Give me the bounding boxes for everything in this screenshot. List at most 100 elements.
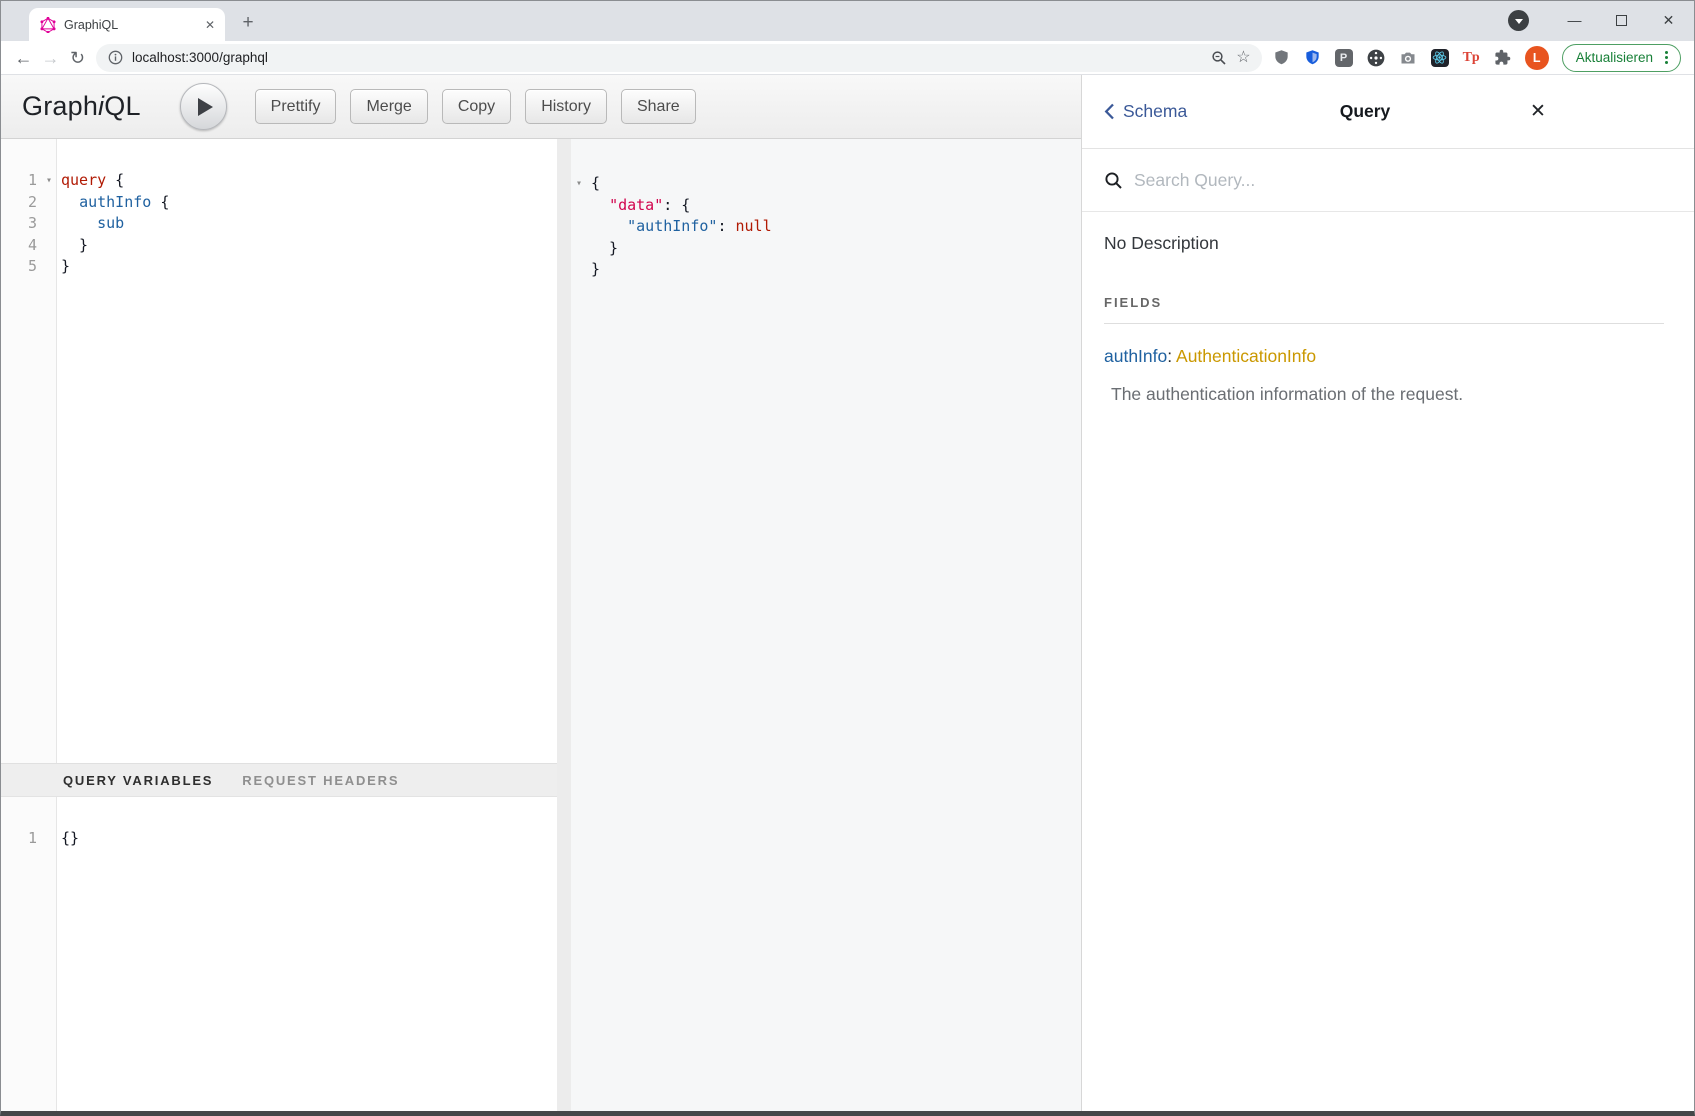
- merge-button[interactable]: Merge: [350, 89, 427, 124]
- docs-header: Schema Query ✕: [1082, 75, 1694, 149]
- docs-title: Query: [1340, 101, 1391, 122]
- play-icon: [198, 98, 213, 116]
- fold-toggle-icon[interactable]: ▾: [41, 170, 57, 192]
- docs-close-button[interactable]: ✕: [1523, 100, 1553, 123]
- variables-editor[interactable]: 1{}: [1, 797, 557, 1111]
- code-line: 4 }: [1, 235, 557, 257]
- line-number: 1: [1, 828, 41, 850]
- chevron-left-icon: [1104, 103, 1115, 120]
- fold-gutter: [41, 235, 57, 257]
- bitwarden-shield-icon[interactable]: [1304, 49, 1321, 66]
- code-line: 1▾query {: [1, 170, 557, 192]
- address-bar[interactable]: localhost:3000/graphql ☆: [96, 44, 1262, 72]
- code-line: 1{}: [1, 828, 557, 850]
- graphiql-logo: GraphiQL: [22, 91, 141, 122]
- back-button[interactable]: ←: [10, 45, 37, 71]
- line-number: 3: [1, 213, 41, 235]
- fold-toggle-icon[interactable]: ▾: [571, 173, 587, 195]
- graphiql-workspace: GraphiQL Prettify Merge Copy History Share 1…: [1, 75, 1081, 1111]
- maximize-icon: [1616, 15, 1627, 26]
- fold-gutter: [41, 828, 57, 850]
- fold-gutter: [571, 238, 587, 260]
- browser-toolbar: ← → ↻ localhost:3000/graphql ☆: [1, 41, 1694, 75]
- tab-request-headers[interactable]: REQUEST HEADERS: [242, 773, 399, 788]
- browser-window: GraphiQL ✕ + — ✕ ← → ↻ localhost:3: [0, 0, 1695, 1116]
- tab-close-icon[interactable]: ✕: [205, 18, 215, 32]
- docs-search-input[interactable]: [1134, 170, 1672, 191]
- query-pane: 1▾query {2 authInfo {3 sub4 }5} QUERY VA…: [1, 139, 557, 1111]
- code-line: "data": {: [571, 195, 1081, 217]
- fold-gutter: [41, 192, 57, 214]
- graphql-favicon-icon: [40, 17, 56, 33]
- fold-gutter: [571, 216, 587, 238]
- code-line: 2 authInfo {: [1, 192, 557, 214]
- close-window-button[interactable]: ✕: [1645, 4, 1692, 36]
- execute-query-button[interactable]: [180, 83, 227, 130]
- bookmark-star-icon[interactable]: ☆: [1236, 50, 1250, 66]
- field-separator: :: [1167, 346, 1176, 366]
- code-line: "authInfo": null: [571, 216, 1081, 238]
- forward-button[interactable]: →: [37, 45, 64, 71]
- editors-row: 1▾query {2 authInfo {3 sub4 }5} QUERY VA…: [1, 139, 1081, 1111]
- query-editor[interactable]: 1▾query {2 authInfo {3 sub4 }5}: [1, 139, 557, 763]
- pane-resizer[interactable]: [557, 139, 571, 1111]
- react-devtools-icon[interactable]: [1431, 49, 1449, 67]
- fold-gutter: [571, 259, 587, 281]
- fold-gutter: [41, 213, 57, 235]
- camera-extension-icon[interactable]: [1399, 49, 1417, 67]
- code-line: 5}: [1, 256, 557, 278]
- code-line: 3 sub: [1, 213, 557, 235]
- docs-panel: Schema Query ✕ No Description FIELDS aut…: [1081, 75, 1694, 1111]
- update-button-label: Aktualisieren: [1576, 50, 1653, 65]
- variables-tab-bar: QUERY VARIABLES REQUEST HEADERS: [1, 763, 557, 797]
- line-number: 2: [1, 192, 41, 214]
- line-number: 1: [1, 170, 41, 192]
- adblock-shield-icon[interactable]: [1273, 49, 1290, 66]
- chevron-down-icon: [1515, 19, 1523, 24]
- code-line: }: [571, 259, 1081, 281]
- tp-extension-icon[interactable]: Tp: [1463, 50, 1480, 66]
- zoom-page-icon[interactable]: [1211, 50, 1227, 66]
- docs-fields-header: FIELDS: [1104, 295, 1664, 310]
- fold-gutter: [41, 256, 57, 278]
- docs-no-description: No Description: [1104, 233, 1664, 254]
- p-extension-icon[interactable]: P: [1335, 49, 1353, 67]
- tab-title: GraphiQL: [64, 18, 197, 32]
- search-icon: [1104, 171, 1123, 190]
- profile-avatar[interactable]: L: [1525, 46, 1549, 70]
- docs-body: No Description FIELDS authInfo: Authenti…: [1082, 212, 1694, 405]
- minimize-button[interactable]: —: [1551, 4, 1598, 36]
- kebab-menu-icon[interactable]: [1665, 56, 1668, 59]
- update-button[interactable]: Aktualisieren: [1562, 44, 1681, 72]
- browser-titlebar: GraphiQL ✕ + — ✕: [1, 1, 1694, 41]
- crosshair-extension-icon[interactable]: [1367, 49, 1385, 67]
- page-info-icon[interactable]: [108, 50, 123, 65]
- tab-query-variables[interactable]: QUERY VARIABLES: [63, 773, 213, 788]
- tab-search-button[interactable]: [1508, 10, 1529, 31]
- graphiql-topbar: GraphiQL Prettify Merge Copy History Share: [1, 75, 1081, 139]
- browser-tab[interactable]: GraphiQL ✕: [29, 8, 225, 41]
- code-line: }: [571, 238, 1081, 260]
- extensions-puzzle-icon[interactable]: [1494, 49, 1511, 66]
- history-button[interactable]: History: [525, 89, 607, 124]
- field-name-link[interactable]: authInfo: [1104, 346, 1167, 366]
- graphiql-toolbar-buttons: Prettify Merge Copy History Share: [255, 89, 696, 124]
- docs-field-description: The authentication information of the re…: [1104, 384, 1664, 405]
- line-number: 5: [1, 256, 41, 278]
- prettify-button[interactable]: Prettify: [255, 89, 337, 124]
- fold-gutter: [571, 195, 587, 217]
- reload-button[interactable]: ↻: [64, 45, 91, 71]
- docs-field-row: authInfo: AuthenticationInfo: [1104, 346, 1664, 367]
- line-number: 4: [1, 235, 41, 257]
- share-button[interactable]: Share: [621, 89, 696, 124]
- new-tab-button[interactable]: +: [234, 9, 262, 37]
- docs-back-label: Schema: [1123, 101, 1187, 122]
- docs-back-button[interactable]: Schema: [1104, 101, 1187, 122]
- maximize-button[interactable]: [1598, 4, 1645, 36]
- url-text[interactable]: localhost:3000/graphql: [132, 50, 1202, 65]
- graphiql-app: GraphiQL Prettify Merge Copy History Share 1…: [1, 75, 1694, 1111]
- field-type-link[interactable]: AuthenticationInfo: [1176, 346, 1316, 366]
- fields-divider: [1104, 323, 1664, 324]
- copy-button[interactable]: Copy: [442, 89, 511, 124]
- code-line: ▾{: [571, 173, 1081, 195]
